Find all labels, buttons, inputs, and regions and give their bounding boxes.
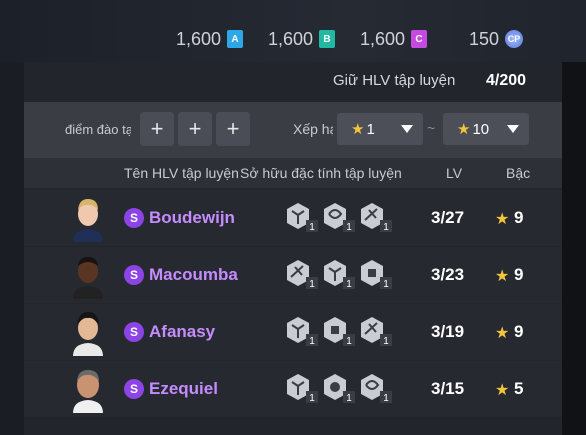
currency-c-icon: C	[411, 30, 428, 48]
avatar	[69, 365, 107, 413]
coach-name: Macoumba	[149, 265, 238, 284]
rank-min-value: 1	[366, 120, 375, 138]
currency-a-amount: 1,600	[176, 28, 222, 49]
trait-icon: 1	[360, 259, 394, 290]
trait-count: 1	[309, 279, 315, 289]
training-filter-label: điểm đào tạ	[65, 122, 131, 137]
currency-a-icon: A	[227, 30, 244, 48]
hold-label: Giữ HLV tập luyện	[333, 72, 456, 89]
trait-count: 1	[346, 222, 352, 232]
column-traits: Sở hữu đặc tính tập luyện	[240, 165, 402, 181]
chevron-down-icon	[401, 125, 413, 133]
cp-coin-icon: CP	[505, 30, 524, 48]
trait-count: 1	[346, 279, 352, 289]
trait-icon: 1	[323, 259, 357, 290]
left-edge	[0, 62, 24, 435]
trait-count: 1	[346, 393, 352, 403]
add-filter-button-1[interactable]: +	[140, 112, 174, 146]
coach-grade-badge: S	[124, 379, 144, 399]
trait-icon: 1	[360, 316, 394, 347]
star-icon: ★	[351, 121, 365, 138]
coach-rank: 9	[514, 265, 524, 284]
coach-level: 3/15	[431, 379, 465, 398]
add-filter-button-3[interactable]: +	[216, 112, 250, 146]
trait-icon: 1	[286, 373, 320, 404]
coach-rank: 5	[514, 379, 524, 398]
right-edge	[562, 62, 586, 435]
star-icon: ★	[495, 268, 510, 285]
coach-name: Boudewijn	[149, 208, 235, 227]
star-icon: ★	[495, 211, 510, 228]
trait-count: 1	[383, 336, 389, 346]
coach-level: 3/19	[431, 322, 465, 341]
avatar	[69, 308, 107, 356]
star-icon: ★	[495, 382, 510, 399]
chevron-down-icon	[507, 125, 519, 133]
trait-count: 1	[309, 222, 315, 232]
rank-max-value: 10	[472, 120, 490, 138]
avatar	[69, 194, 107, 242]
trait-icon: 1	[323, 316, 357, 347]
coach-grade-badge: S	[124, 265, 144, 285]
trait-icon: 1	[360, 202, 394, 233]
currency-a: 1,600 A	[176, 28, 244, 50]
rank-filter-label: Xếp hạ	[293, 121, 333, 137]
coach-name: Afanasy	[149, 322, 216, 341]
rank-max-select[interactable]: ★ 10	[443, 113, 529, 145]
trait-count: 1	[383, 279, 389, 289]
currency-b: 1,600 B	[268, 28, 336, 50]
coach-grade-badge: S	[124, 208, 144, 228]
trait-icon: 1	[286, 259, 320, 290]
coach-name: Ezequiel	[149, 379, 218, 398]
coach-level: 3/27	[431, 208, 465, 227]
rank-min-select[interactable]: ★ 1	[337, 113, 423, 145]
column-name: Tên HLV tập luyện	[124, 165, 239, 181]
star-icon: ★	[495, 325, 510, 342]
hold-count: 4/200	[486, 72, 527, 89]
avatar	[69, 251, 107, 299]
trait-icon: 1	[286, 316, 320, 347]
currency-b-amount: 1,600	[268, 28, 314, 49]
coach-rank: 9	[514, 322, 524, 341]
currency-b-icon: B	[319, 30, 336, 48]
range-separator: ~	[427, 120, 436, 136]
trait-count: 1	[383, 222, 389, 232]
currency-c-amount: 1,600	[360, 28, 406, 49]
trait-count: 1	[309, 336, 315, 346]
currency-c: 1,600 C	[360, 28, 428, 50]
trait-count: 1	[383, 393, 389, 403]
trait-icon: 1	[323, 373, 357, 404]
trait-icon: 1	[360, 373, 394, 404]
trait-count: 1	[309, 393, 315, 403]
trait-count: 1	[346, 336, 352, 346]
currency-cp-amount: 150	[469, 28, 500, 49]
coach-level: 3/23	[431, 265, 465, 284]
trait-icon: 1	[323, 202, 357, 233]
star-icon: ★	[457, 121, 471, 138]
trait-icon: 1	[286, 202, 320, 233]
currency-cp: 150 CP	[469, 28, 524, 50]
coach-grade-badge: S	[124, 322, 144, 342]
add-filter-button-2[interactable]: +	[178, 112, 212, 146]
coach-rank: 9	[514, 208, 524, 227]
column-lv: LV	[446, 165, 463, 181]
column-rank: Bậc	[506, 165, 531, 181]
